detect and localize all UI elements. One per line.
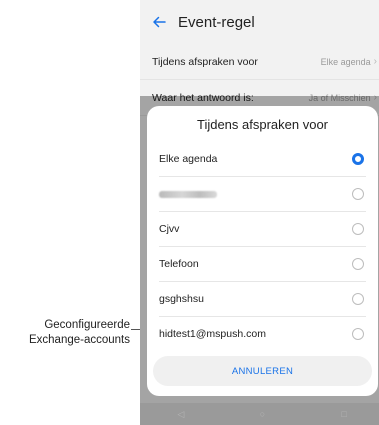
option-label: Cjvv — [159, 223, 180, 235]
option-row-elke-agenda[interactable]: Elke agenda — [147, 142, 378, 176]
setting-row-appointments[interactable]: Tijdens afspraken voor Elke agenda › — [140, 44, 379, 80]
app-bar: Event-regel — [140, 0, 379, 44]
setting-value: Elke agenda › — [321, 56, 377, 67]
option-row-telefoon[interactable]: Telefoon — [147, 247, 378, 281]
radio-icon[interactable] — [352, 328, 364, 340]
callout-annotation: Geconfigureerde Exchange-accounts — [0, 318, 130, 348]
page-title: Event-regel — [178, 13, 255, 31]
callout-line-2: Exchange-accounts — [28, 334, 130, 346]
chevron-right-icon: › — [373, 56, 377, 67]
radio-icon[interactable] — [352, 223, 364, 235]
option-label: Elke agenda — [159, 153, 218, 165]
system-navigation-bar: ◁ ○ □ — [140, 403, 379, 425]
option-label: hidtest1@mspush.com — [159, 328, 266, 340]
option-label: Telefoon — [159, 258, 199, 270]
callout-line-1: Geconfigureerde — [44, 319, 130, 331]
radio-icon[interactable] — [352, 188, 364, 200]
option-row-cjvv[interactable]: Cjvv — [147, 212, 378, 246]
back-arrow-icon[interactable] — [144, 0, 174, 44]
radio-icon[interactable] — [352, 293, 364, 305]
nav-back-icon[interactable]: ◁ — [161, 409, 201, 420]
nav-home-icon[interactable]: ○ — [242, 409, 282, 419]
cancel-button[interactable]: ANNULEREN — [153, 356, 372, 386]
option-row-gsghshsu[interactable]: gsghshsu — [147, 282, 378, 316]
radio-icon[interactable] — [352, 258, 364, 270]
radio-selected-icon[interactable] — [352, 153, 364, 165]
phone-screen: Event-regel Tijdens afspraken voor Elke … — [140, 0, 379, 425]
setting-label: Tijdens afspraken voor — [152, 55, 258, 68]
dialog-title: Tijdens afspraken voor — [196, 116, 329, 132]
option-row-exchange-account[interactable]: hidtest1@mspush.com — [147, 317, 378, 351]
nav-recents-icon[interactable]: □ — [324, 409, 364, 419]
calendar-select-dialog: Tijdens afspraken voor Elke agenda Cjvv … — [147, 106, 378, 396]
option-row-blurred-account[interactable] — [147, 177, 378, 211]
setting-value-text: Elke agenda — [320, 56, 371, 67]
option-label: gsghshsu — [159, 293, 204, 305]
blurred-account-name — [159, 190, 217, 198]
